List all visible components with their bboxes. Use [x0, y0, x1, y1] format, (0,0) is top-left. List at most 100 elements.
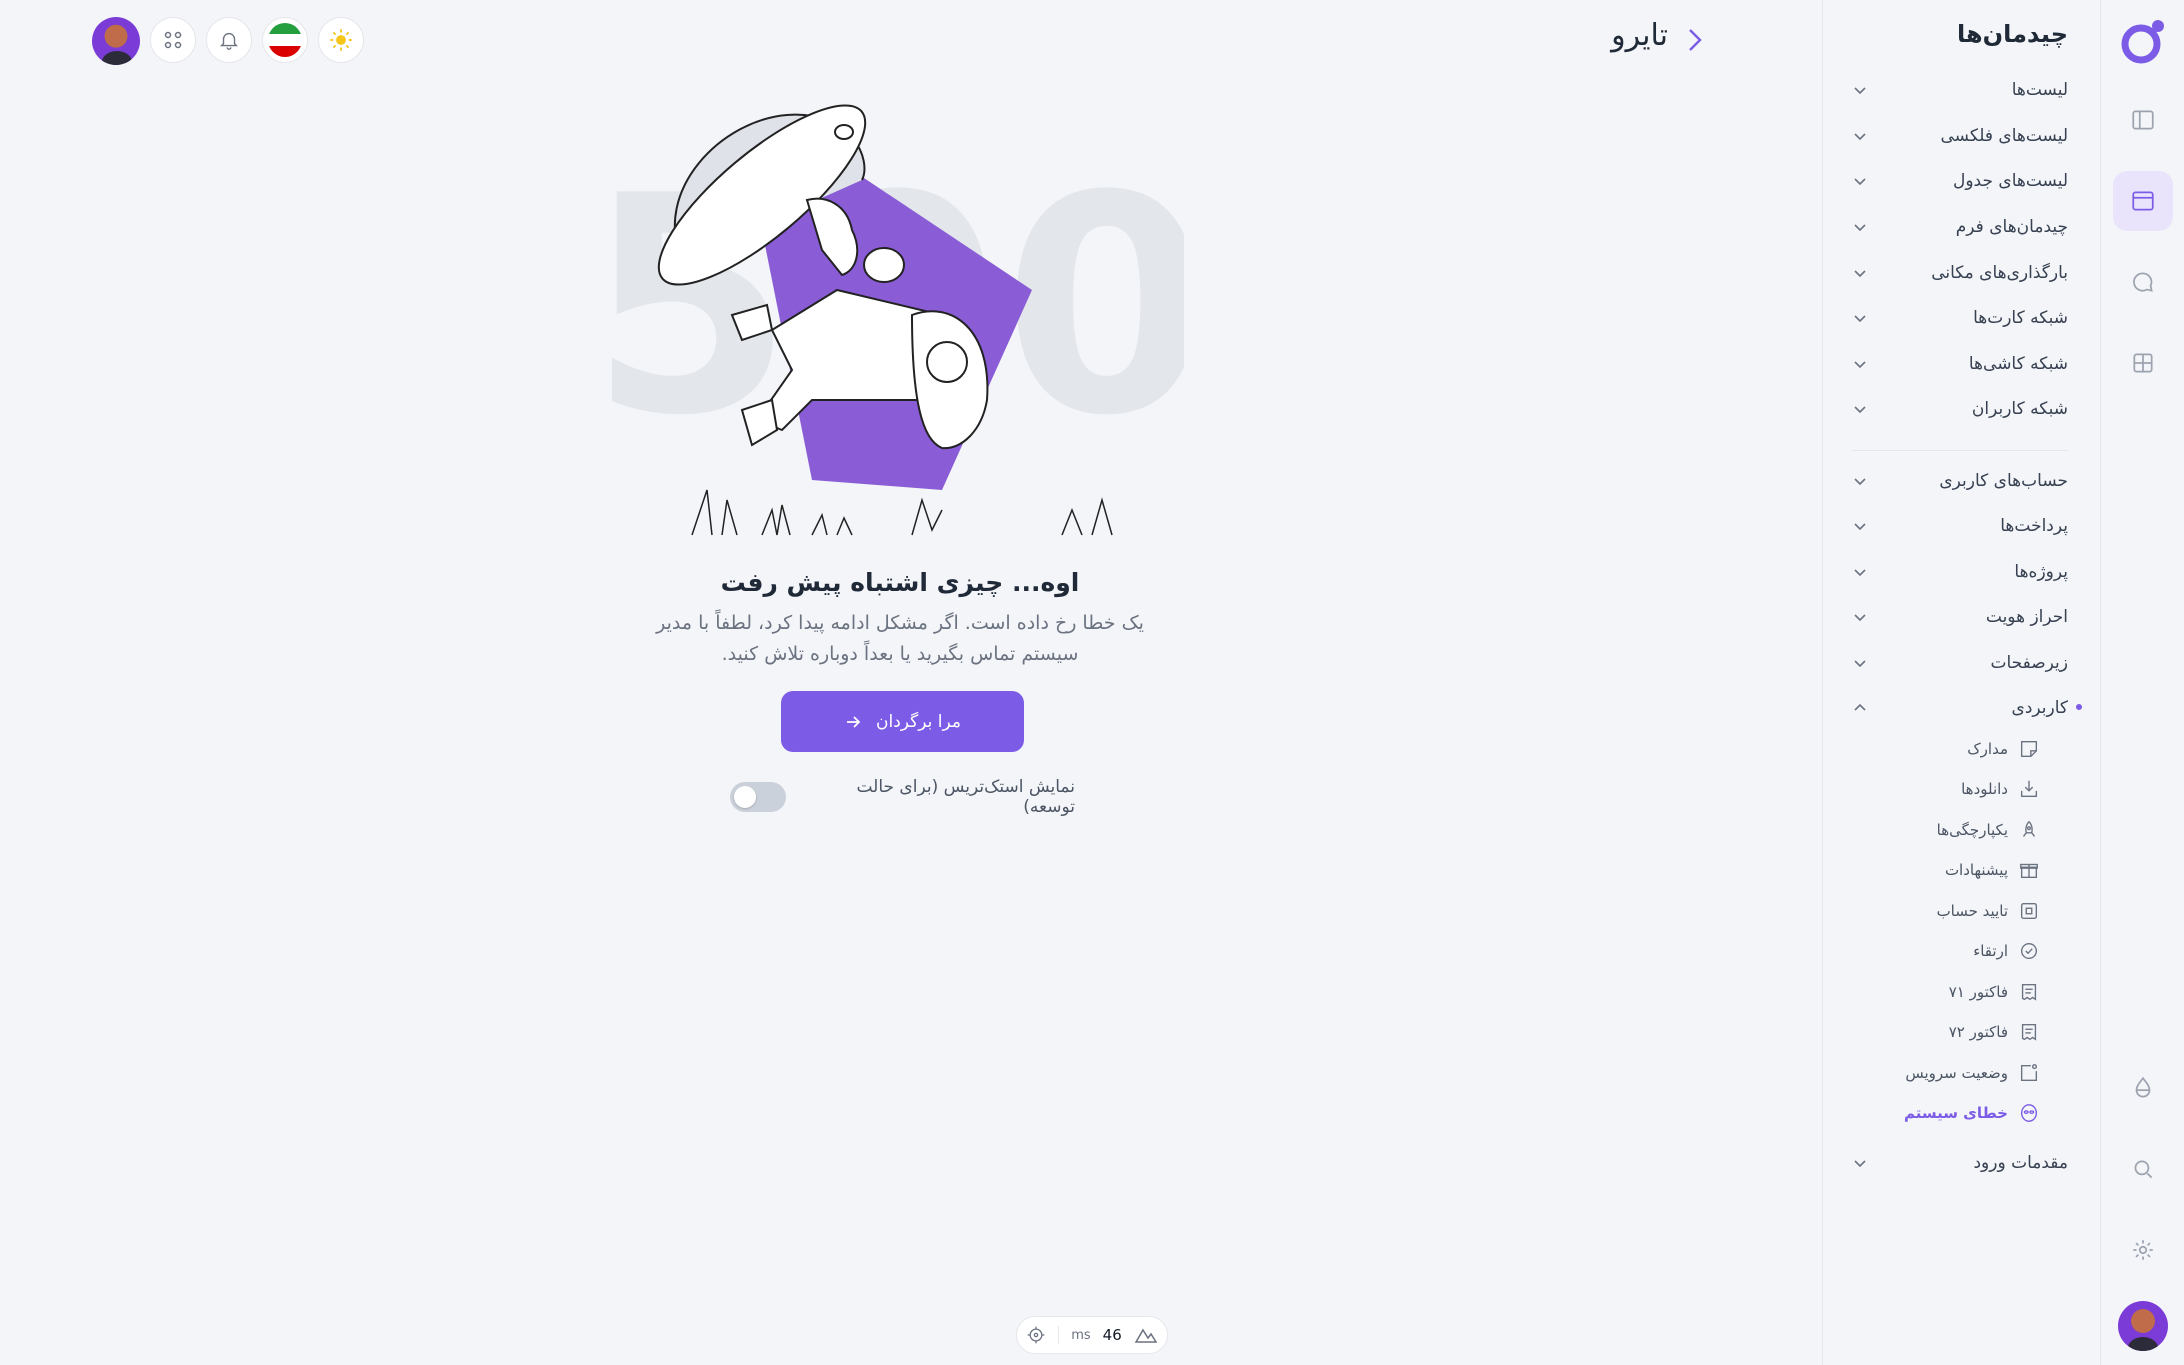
menu-item-label: چیدمان‌های فرم	[1955, 217, 2068, 237]
menu-item-lists[interactable]: لیست‌ها	[1852, 73, 2068, 107]
menu-divider	[1852, 450, 2068, 451]
submenu-item-label: تایید حساب	[1936, 902, 2008, 920]
square-check-icon	[2020, 902, 2038, 920]
submenu-item-account-verification[interactable]: تایید حساب	[1937, 896, 2040, 926]
status-square-icon	[2020, 1064, 2038, 1082]
perf-unit: ms	[1071, 1327, 1091, 1343]
language-button[interactable]	[262, 17, 308, 63]
stacktrace-toggle-switch[interactable]	[730, 782, 786, 812]
toolbar	[92, 17, 364, 65]
rail-layouts-button[interactable]	[2112, 171, 2173, 231]
chevron-down-icon	[1854, 270, 1866, 278]
iran-flag-icon	[268, 23, 302, 57]
invoice-icon	[2021, 1023, 2037, 1041]
sidebar-layout-icon	[2131, 110, 2154, 130]
crosshair-icon[interactable]	[1026, 1325, 1046, 1345]
menu-item-user-grid[interactable]: شبکه کاربران	[1852, 392, 2068, 426]
rail-search-button[interactable]	[2113, 1139, 2173, 1199]
submenu-item-downloads[interactable]: دانلودها	[1961, 774, 2040, 804]
user-avatar[interactable]	[92, 17, 140, 65]
menu-item-card-grid[interactable]: شبکه کارت‌ها	[1852, 301, 2068, 335]
menu-item-label: لیست‌های فلکسی	[1940, 126, 2069, 146]
menu-item-tile-grid[interactable]: شبکه کاشی‌ها	[1852, 347, 2068, 381]
sticky-note-icon	[2020, 740, 2038, 758]
menu-item-authentication[interactable]: احراز هویت	[1852, 600, 2068, 634]
menu-item-table-lists[interactable]: لیست‌های جدول	[1852, 164, 2068, 198]
chevron-down-icon	[1854, 406, 1866, 414]
menu-item-label: پرداخت‌ها	[2000, 516, 2068, 536]
submenu-item-label: یکپارچگی‌ها	[1936, 821, 2008, 839]
rail-user-avatar[interactable]	[2117, 1301, 2168, 1351]
grid-icon	[2132, 353, 2153, 373]
brand-title: تایرو	[1611, 18, 1668, 53]
menu-item-label: مقدمات ورود	[1973, 1153, 2068, 1173]
menu-item-subpages[interactable]: زیرصفحات	[1852, 646, 2068, 680]
menu-item-payments[interactable]: پرداخت‌ها	[1852, 509, 2068, 543]
search-icon	[2134, 1160, 2152, 1179]
window-icon	[2131, 191, 2154, 211]
rail-sidebar-button[interactable]	[2113, 90, 2173, 150]
submenu-item-offers[interactable]: پیشنهادات	[1945, 855, 2040, 885]
logo-icon	[2121, 20, 2164, 64]
chevron-down-icon	[1854, 224, 1866, 232]
chevron-down-icon	[1854, 1160, 1866, 1168]
menu-item-label: لیست‌ها	[2011, 80, 2068, 100]
chevron-up-icon	[1854, 703, 1866, 711]
sidebar-menu: چیدمان‌ها لیست‌ها لیست‌های فلکسی لیست‌ها…	[1822, 0, 2100, 1365]
rail-grid-button[interactable]	[2113, 333, 2173, 393]
submenu-item-service-status[interactable]: وضعیت سرویس	[1905, 1058, 2040, 1088]
rail-settings-button[interactable]	[2113, 1220, 2173, 1280]
chevron-down-icon	[1854, 315, 1866, 323]
apps-button[interactable]	[150, 17, 196, 63]
icon-rail	[2100, 0, 2184, 1365]
chevron-down-icon	[1854, 523, 1866, 531]
menu-item-flex-lists[interactable]: لیست‌های فلکسی	[1852, 119, 2068, 153]
submenu-item-upgrade[interactable]: ارتقاء	[1973, 936, 2040, 966]
menu-item-label: بارگذاری‌های مکانی	[1931, 263, 2068, 283]
go-back-button[interactable]: مرا برگردان	[781, 691, 1024, 752]
submenu-item-invoice-72[interactable]: فاکتور ۷۲	[1949, 1017, 2040, 1047]
menu-item-accounts[interactable]: حساب‌های کاربری	[1852, 464, 2068, 498]
gift-icon	[2020, 863, 2038, 879]
rail-theme-button[interactable]	[2113, 1058, 2173, 1118]
mountain-icon[interactable]	[1134, 1326, 1158, 1344]
apps-grid-icon	[164, 31, 182, 49]
droplet-icon	[2135, 1076, 2150, 1098]
submenu-item-label: خطای سیستم	[1903, 1104, 2008, 1122]
theme-toggle-button[interactable]	[318, 17, 364, 63]
menu-item-label: زیرصفحات	[1990, 653, 2068, 673]
rocket-icon	[2022, 820, 2036, 837]
submenu-item-label: مدارک	[1967, 740, 2008, 758]
chevron-down-icon	[1854, 133, 1866, 141]
menu-item-placeholder-loads[interactable]: بارگذاری‌های مکانی	[1852, 256, 2068, 290]
menu-item-utility[interactable]: کاربردی	[1852, 691, 2082, 725]
submenu-item-integrations[interactable]: یکپارچگی‌ها	[1937, 815, 2040, 845]
stacktrace-toggle-row: نمایش استک‌تریس (برای حالت توسعه)	[730, 777, 1075, 817]
menu-item-projects[interactable]: پروژه‌ها	[1852, 555, 2068, 589]
chat-bubble-icon	[2132, 272, 2153, 292]
perf-indicator: ms 46	[1016, 1316, 1168, 1354]
grass-shape	[691, 489, 1113, 536]
error-description: یک خطا رخ داده است. اگر مشکل ادامه پیدا …	[656, 612, 1144, 665]
invoice-icon	[2021, 983, 2037, 1001]
submenu-item-invoice-71[interactable]: فاکتور ۷۱	[1949, 977, 2040, 1007]
app-logo[interactable]	[2119, 18, 2167, 66]
chevron-right-icon[interactable]	[1682, 24, 1708, 56]
submenu-item-label: پیشنهادات	[1944, 861, 2008, 879]
badge-check-icon	[2020, 942, 2038, 960]
stacktrace-toggle-label: نمایش استک‌تریس (برای حالت توسعه)	[856, 777, 1075, 817]
arrow-right-icon	[847, 715, 861, 728]
menu-title: چیدمان‌ها	[1957, 20, 2068, 48]
chevron-down-icon	[1854, 569, 1866, 577]
menu-item-form-layouts[interactable]: چیدمان‌های فرم	[1852, 210, 2068, 244]
submenu-item-documents[interactable]: مدارک	[1967, 734, 2040, 764]
menu-item-login-basics[interactable]: مقدمات ورود	[1852, 1146, 2068, 1180]
sun-icon	[330, 29, 352, 51]
submenu-item-system-error[interactable]: خطای سیستم	[1904, 1098, 2040, 1128]
chevron-down-icon	[1854, 660, 1866, 668]
gear-icon	[2132, 1240, 2153, 1260]
notifications-button[interactable]	[206, 17, 252, 63]
go-back-label: مرا برگردان	[876, 711, 961, 732]
perf-value: 46	[1102, 1326, 1122, 1344]
rail-messages-button[interactable]	[2113, 252, 2173, 312]
